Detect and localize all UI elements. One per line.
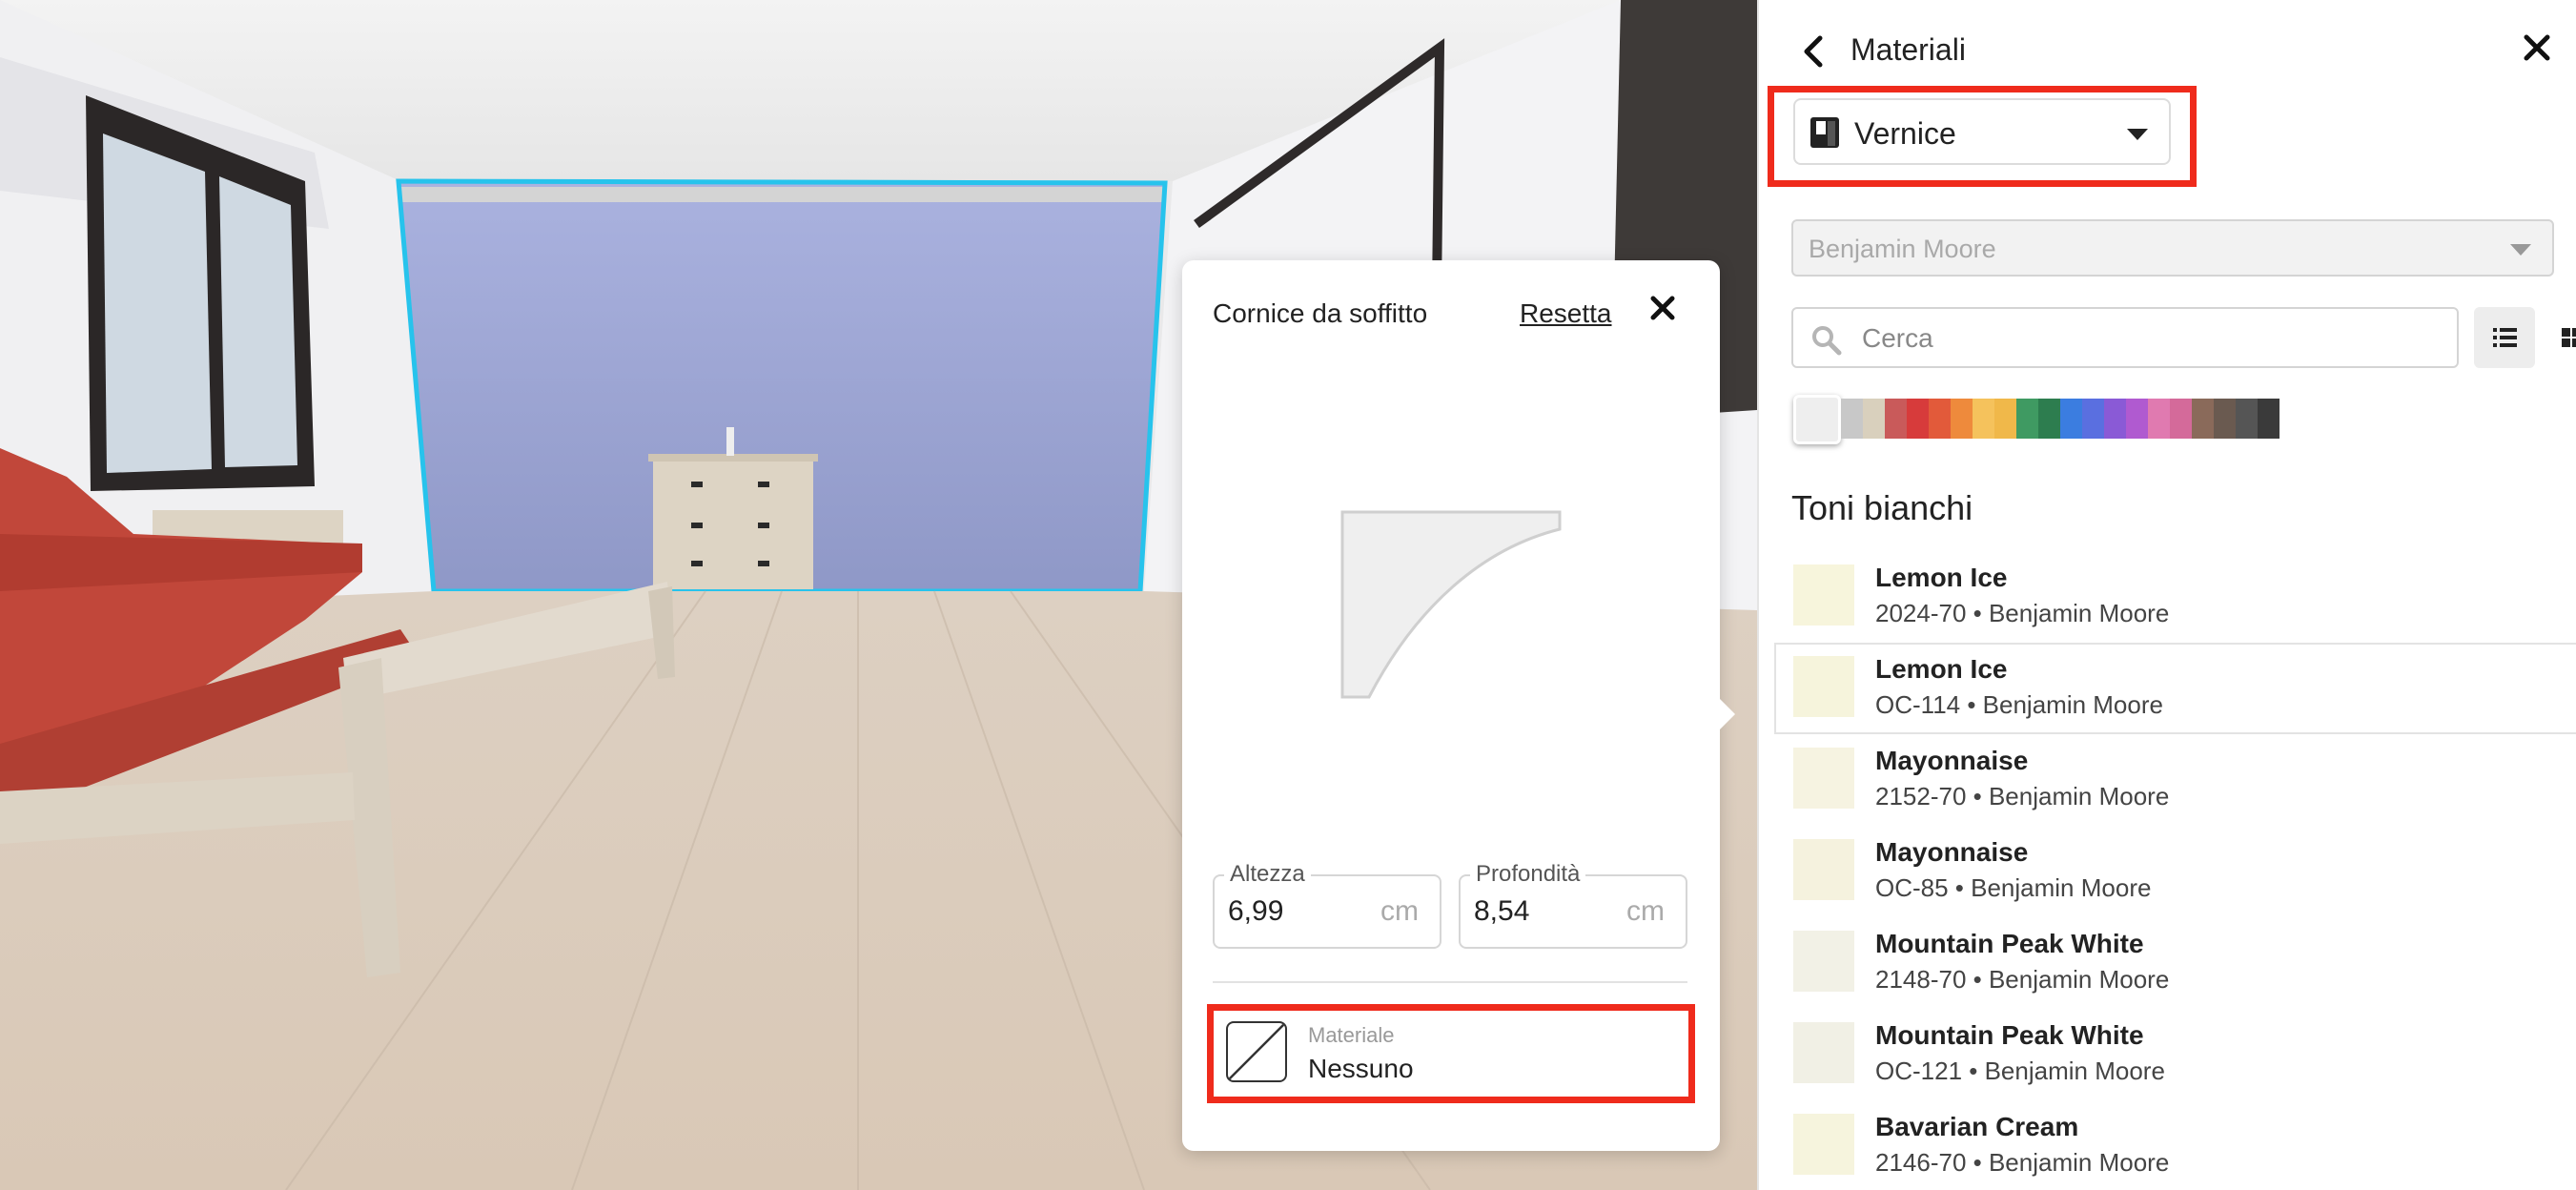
depth-unit: cm (1626, 895, 1665, 927)
color-name: Mountain Peak White (1875, 1020, 2144, 1050)
panel-title: Cornice da soffitto (1213, 298, 1428, 328)
color-name: Mayonnaise (1875, 746, 2029, 775)
section-title: Toni bianchi (1791, 488, 1973, 527)
palette-swatch[interactable] (2038, 399, 2060, 439)
caret-down-icon (2510, 244, 2531, 256)
depth-label: Profondità (1470, 861, 1586, 888)
depth-field[interactable]: Profondità 8,54 cm (1459, 861, 1687, 949)
close-icon[interactable] (2518, 29, 2556, 67)
material-type-select[interactable]: Vernice (1793, 98, 2171, 165)
palette-swatch[interactable] (1907, 399, 1929, 439)
color-code: OC-121 • Benjamin Moore (1875, 1057, 2165, 1085)
color-item[interactable]: Lemon Ice OC-114 • Benjamin Moore (1774, 643, 2576, 734)
palette-swatch[interactable] (1841, 399, 1863, 439)
list-view-toggle[interactable] (2474, 307, 2535, 368)
color-swatch (1793, 931, 1854, 992)
palette-swatch[interactable] (2126, 399, 2148, 439)
color-name: Lemon Ice (1875, 563, 2008, 592)
material-selector[interactable]: Materiale Nessuno (1213, 1006, 1687, 1098)
material-label: Materiale (1308, 1023, 1395, 1047)
palette-swatch[interactable] (2170, 399, 2192, 439)
palette-swatch[interactable] (2258, 399, 2280, 439)
color-item[interactable]: Bavarian Cream 2146-70 • Benjamin Moore (1759, 1100, 2576, 1190)
color-item[interactable]: Mayonnaise OC-85 • Benjamin Moore (1759, 826, 2576, 917)
color-family-palette (1793, 395, 2280, 444)
palette-swatch[interactable] (1929, 399, 1951, 439)
color-name: Bavarian Cream (1875, 1112, 2079, 1141)
close-icon[interactable] (1646, 291, 1680, 325)
palette-swatch[interactable] (1863, 399, 1885, 439)
molding-profile-preview (1340, 510, 1562, 706)
palette-swatch[interactable] (2236, 399, 2258, 439)
color-swatch (1793, 656, 1854, 717)
material-type-value: Vernice (1854, 116, 1956, 151)
paint-can-icon (1809, 115, 1841, 154)
height-label: Altezza (1224, 861, 1311, 888)
color-code: 2152-70 • Benjamin Moore (1875, 782, 2170, 810)
color-item[interactable]: Mayonnaise 2152-70 • Benjamin Moore (1759, 734, 2576, 826)
brand-select[interactable]: Benjamin Moore (1791, 219, 2554, 277)
no-material-icon (1226, 1021, 1287, 1082)
palette-swatch[interactable] (2148, 399, 2170, 439)
palette-swatch[interactable] (2016, 399, 2038, 439)
color-name: Mountain Peak White (1875, 929, 2144, 958)
depth-value[interactable]: 8,54 (1474, 895, 1529, 928)
color-name: Mayonnaise (1875, 837, 2029, 867)
palette-swatch[interactable] (2192, 399, 2214, 439)
search-field[interactable] (1791, 307, 2459, 368)
palette-swatch[interactable] (1885, 399, 1907, 439)
materials-panel: Materiali Vernice Benjamin Moore Toni bi… (1757, 0, 2576, 1190)
color-item[interactable]: Mountain Peak White OC-121 • Benjamin Mo… (1759, 1009, 2576, 1100)
palette-swatch[interactable] (1793, 395, 1841, 444)
reset-link[interactable]: Resetta (1520, 298, 1612, 329)
color-code: 2148-70 • Benjamin Moore (1875, 965, 2170, 994)
divider (1213, 981, 1687, 983)
palette-swatch[interactable] (2060, 399, 2082, 439)
palette-swatch[interactable] (1994, 399, 2016, 439)
color-code: OC-114 • Benjamin Moore (1875, 690, 2163, 719)
color-name: Lemon Ice (1875, 654, 2008, 684)
search-input[interactable] (1860, 317, 2436, 360)
back-chevron-icon[interactable] (1797, 32, 1831, 71)
palette-swatch[interactable] (2214, 399, 2236, 439)
color-code: OC-85 • Benjamin Moore (1875, 873, 2152, 902)
palette-swatch[interactable] (1951, 399, 1973, 439)
color-code: 2024-70 • Benjamin Moore (1875, 599, 2170, 627)
color-swatch (1793, 1114, 1854, 1175)
materials-title: Materiali (1850, 32, 1966, 67)
palette-swatch[interactable] (2104, 399, 2126, 439)
height-value[interactable]: 6,99 (1228, 895, 1283, 928)
caret-down-icon (2127, 129, 2148, 140)
color-swatch (1793, 1022, 1854, 1083)
search-icon (1810, 324, 1843, 361)
color-swatch (1793, 564, 1854, 626)
color-item[interactable]: Mountain Peak White 2148-70 • Benjamin M… (1759, 917, 2576, 1009)
panel-pointer (1718, 697, 1735, 731)
material-value: Nessuno (1308, 1054, 1414, 1083)
height-unit: cm (1380, 895, 1419, 927)
color-code: 2146-70 • Benjamin Moore (1875, 1148, 2170, 1177)
color-swatch (1793, 839, 1854, 900)
palette-swatch[interactable] (1973, 399, 1994, 439)
brand-value: Benjamin Moore (1809, 235, 1996, 263)
height-field[interactable]: Altezza 6,99 cm (1213, 861, 1441, 949)
color-list: Lemon Ice 2024-70 • Benjamin Moore Lemon… (1759, 551, 2576, 1190)
palette-swatch[interactable] (2082, 399, 2104, 439)
grid-view-toggle[interactable] (2541, 307, 2576, 368)
color-swatch (1793, 748, 1854, 809)
color-item[interactable]: Lemon Ice 2024-70 • Benjamin Moore (1759, 551, 2576, 643)
list-icon (2493, 328, 2517, 347)
ceiling-molding-panel: Cornice da soffitto Resetta Altezza 6,99… (1182, 260, 1735, 1151)
grid-icon (2562, 328, 2576, 347)
